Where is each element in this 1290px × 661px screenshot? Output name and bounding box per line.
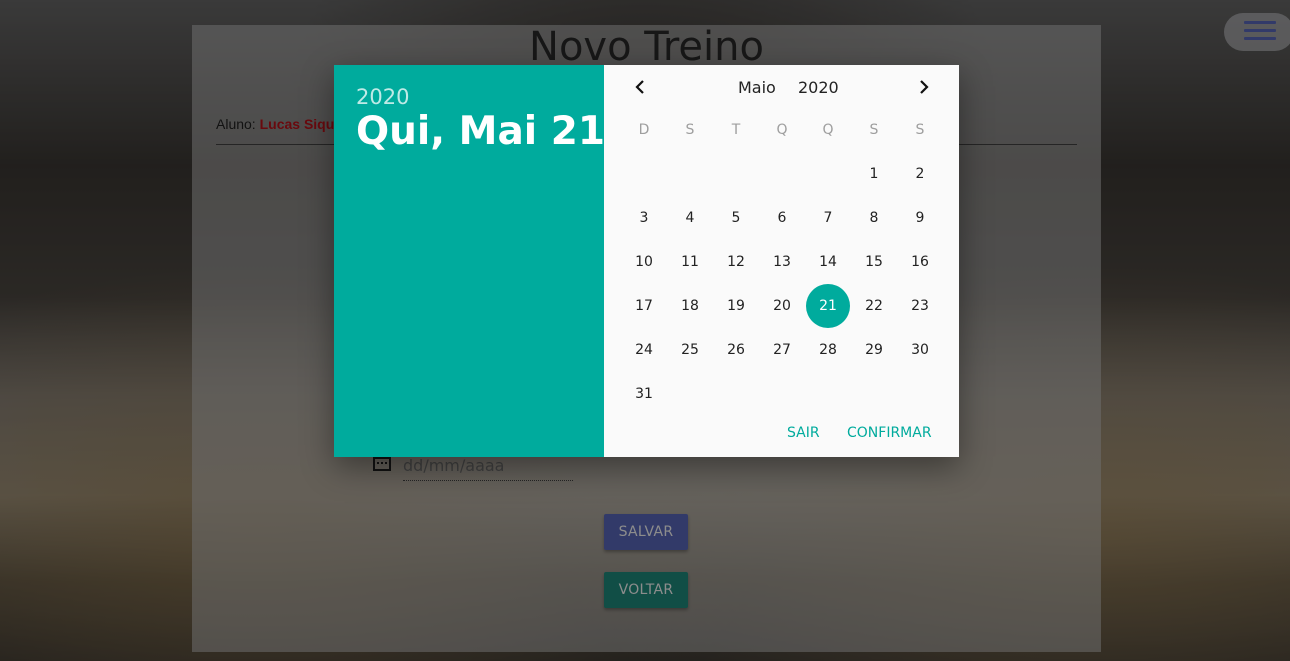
day-cell[interactable]: 29 — [852, 328, 896, 372]
weekday-label: T — [731, 122, 741, 138]
confirm-button[interactable]: CONFIRMAR — [847, 425, 932, 441]
day-cell[interactable]: 15 — [852, 240, 896, 284]
year-label[interactable]: 2020 — [798, 78, 839, 97]
weekday-label: D — [638, 122, 650, 138]
day-cell[interactable]: 9 — [898, 196, 942, 240]
weekday-label: S — [869, 122, 879, 138]
datepicker-header: 2020 Qui, Mai 21 — [334, 65, 606, 457]
weekday-label: Q — [776, 122, 788, 138]
day-cell[interactable]: 2 — [898, 152, 942, 196]
day-cell[interactable]: 30 — [898, 328, 942, 372]
chevron-right-icon — [908, 80, 940, 103]
day-cell[interactable]: 3 — [622, 196, 666, 240]
prev-month-button[interactable] — [624, 75, 656, 99]
weekday-label: S — [685, 122, 695, 138]
datepicker-dialog: 2020 Qui, Mai 21 Maio 2020 DSTQQSS 12345… — [334, 65, 959, 457]
day-cell[interactable]: 26 — [714, 328, 758, 372]
day-cell[interactable]: 10 — [622, 240, 666, 284]
cancel-button[interactable]: SAIR — [787, 425, 820, 441]
day-cell[interactable]: 19 — [714, 284, 758, 328]
weekday-header: DSTQQSS — [621, 122, 941, 142]
chevron-left-icon — [624, 80, 656, 103]
day-cell[interactable]: 13 — [760, 240, 804, 284]
day-cell[interactable]: 5 — [714, 196, 758, 240]
day-cell[interactable]: 12 — [714, 240, 758, 284]
day-cell[interactable]: 22 — [852, 284, 896, 328]
day-cell[interactable]: 24 — [622, 328, 666, 372]
weekday-label: S — [915, 122, 925, 138]
datepicker-calendar: Maio 2020 DSTQQSS 1 2 3 4 5 6 7 8 9 10 11 12 13 14 15 1… — [604, 65, 959, 457]
day-cell[interactable]: 25 — [668, 328, 712, 372]
day-cell[interactable]: 18 — [668, 284, 712, 328]
day-cell[interactable]: 4 — [668, 196, 712, 240]
month-label[interactable]: Maio — [738, 78, 776, 97]
day-cell[interactable]: 14 — [806, 240, 850, 284]
header-year[interactable]: 2020 — [356, 85, 409, 109]
day-cell[interactable]: 31 — [622, 372, 666, 416]
next-month-button[interactable] — [908, 75, 940, 99]
day-cell[interactable]: 6 — [760, 196, 804, 240]
header-date: Qui, Mai 21 — [356, 109, 606, 154]
day-cell[interactable]: 27 — [760, 328, 804, 372]
day-cell[interactable]: 28 — [806, 328, 850, 372]
day-cell[interactable]: 1 — [852, 152, 896, 196]
day-cell[interactable]: 20 — [760, 284, 804, 328]
day-cell[interactable]: 7 — [806, 196, 850, 240]
weekday-label: Q — [822, 122, 834, 138]
day-cell[interactable]: 8 — [852, 196, 896, 240]
day-selected[interactable]: 21 — [806, 284, 850, 328]
day-cell[interactable]: 23 — [898, 284, 942, 328]
day-cell[interactable]: 11 — [668, 240, 712, 284]
day-cell[interactable]: 16 — [898, 240, 942, 284]
day-cell[interactable]: 17 — [622, 284, 666, 328]
